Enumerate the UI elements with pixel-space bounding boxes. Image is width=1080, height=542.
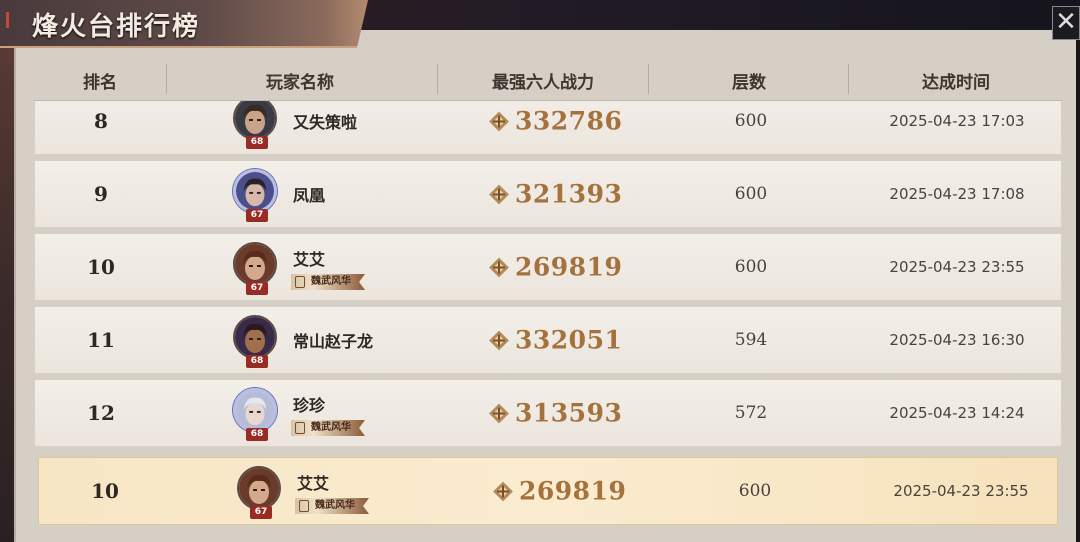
title-mark <box>6 12 9 28</box>
header-power: 最强六人战力 <box>492 73 594 93</box>
avatar[interactable] <box>233 388 277 432</box>
power-icon <box>493 481 513 501</box>
header-divider <box>437 64 438 94</box>
rank-value: 9 <box>94 182 108 206</box>
close-button[interactable]: ✕ <box>1052 6 1080 40</box>
power-cell: 269819 <box>489 253 622 282</box>
table-row[interactable]: 9 67 凤凰 321393 600 2025-04-23 17:08 <box>34 160 1062 228</box>
header-divider <box>166 64 167 94</box>
title-badge: 魏武风华 <box>295 498 369 514</box>
power-value: 321393 <box>515 179 623 209</box>
rank-value: 8 <box>94 109 108 133</box>
player-name[interactable]: 常山赵子龙 <box>293 328 373 352</box>
level-badge: 67 <box>246 282 268 295</box>
level-badge: 67 <box>246 209 268 222</box>
scroll-icon <box>295 276 305 288</box>
level-badge: 67 <box>250 506 272 519</box>
level-badge: 68 <box>246 355 268 368</box>
power-value: 332786 <box>515 106 623 136</box>
power-icon <box>489 184 509 204</box>
power-icon <box>489 111 509 131</box>
header-time: 达成时间 <box>922 73 990 93</box>
page-title: 烽火台排行榜 <box>32 12 201 42</box>
avatar[interactable] <box>233 101 277 140</box>
leaderboard-panel: 排名 玩家名称 最强六人战力 层数 达成时间 8 68 又失策啦 332786 … <box>14 30 1076 542</box>
power-cell: 313593 <box>489 399 622 428</box>
level-badge: 68 <box>246 136 268 149</box>
floors-value: 600 <box>738 481 772 501</box>
power-cell: 332051 <box>489 326 622 355</box>
avatar[interactable] <box>233 315 277 359</box>
avatar[interactable] <box>237 466 281 510</box>
rank-value: 12 <box>87 401 115 425</box>
rank-value: 11 <box>87 328 115 352</box>
power-value: 332051 <box>515 325 623 355</box>
self-rank-row[interactable]: 10 67 艾艾 269819 600 2025-04-23 23:55 魏武风… <box>38 457 1058 525</box>
header-floors: 层数 <box>732 73 766 93</box>
table-row[interactable]: 8 68 又失策啦 332786 600 2025-04-23 17:03 <box>34 101 1062 155</box>
power-icon <box>489 403 509 423</box>
power-cell: 269819 <box>493 477 626 506</box>
player-name[interactable]: 珍珍 <box>293 392 325 416</box>
power-value: 269819 <box>519 476 627 506</box>
player-name[interactable]: 艾艾 <box>297 470 329 494</box>
floors-value: 600 <box>734 184 768 204</box>
floors-value: 600 <box>734 111 768 131</box>
power-value: 313593 <box>515 398 623 428</box>
table-row[interactable]: 10 67 艾艾 269819 600 2025-04-23 23:55 魏武风… <box>34 233 1062 301</box>
header-rank: 排名 <box>83 73 117 93</box>
table-header: 排名 玩家名称 最强六人战力 层数 达成时间 <box>34 58 1062 102</box>
header-divider <box>848 64 849 94</box>
rank-value: 10 <box>87 255 115 279</box>
avatar[interactable] <box>233 169 277 213</box>
floors-value: 594 <box>734 330 768 350</box>
power-value: 269819 <box>515 252 623 282</box>
time-value: 2025-04-23 17:08 <box>889 185 1025 203</box>
power-cell: 321393 <box>489 180 622 209</box>
floors-value: 572 <box>734 403 768 423</box>
title-tab: 烽火台排行榜 <box>0 0 368 48</box>
close-icon: ✕ <box>1055 7 1077 37</box>
scroll-icon <box>299 500 309 512</box>
time-value: 2025-04-23 16:30 <box>889 331 1025 349</box>
table-row[interactable]: 11 68 常山赵子龙 332051 594 2025-04-23 16:30 <box>34 306 1062 374</box>
power-cell: 332786 <box>489 107 622 136</box>
title-badge: 魏武风华 <box>291 274 365 290</box>
title-badge: 魏武风华 <box>291 420 365 436</box>
time-value: 2025-04-23 23:55 <box>889 258 1025 276</box>
scroll-icon <box>295 422 305 434</box>
avatar[interactable] <box>233 242 277 286</box>
time-value: 2025-04-23 23:55 <box>893 482 1029 500</box>
header-player: 玩家名称 <box>266 73 334 93</box>
player-name[interactable]: 凤凰 <box>293 182 325 206</box>
rank-value: 10 <box>91 479 119 503</box>
player-name[interactable]: 又失策啦 <box>293 109 357 133</box>
power-icon <box>489 330 509 350</box>
ranking-list[interactable]: 8 68 又失策啦 332786 600 2025-04-23 17:03 9 … <box>34 101 1062 542</box>
time-value: 2025-04-23 14:24 <box>889 404 1025 422</box>
level-badge: 68 <box>246 428 268 441</box>
floors-value: 600 <box>734 257 768 277</box>
table-row[interactable]: 12 68 珍珍 313593 572 2025-04-23 14:24 魏武风… <box>34 379 1062 447</box>
header-divider <box>648 64 649 94</box>
player-name[interactable]: 艾艾 <box>293 246 325 270</box>
time-value: 2025-04-23 17:03 <box>889 112 1025 130</box>
power-icon <box>489 257 509 277</box>
